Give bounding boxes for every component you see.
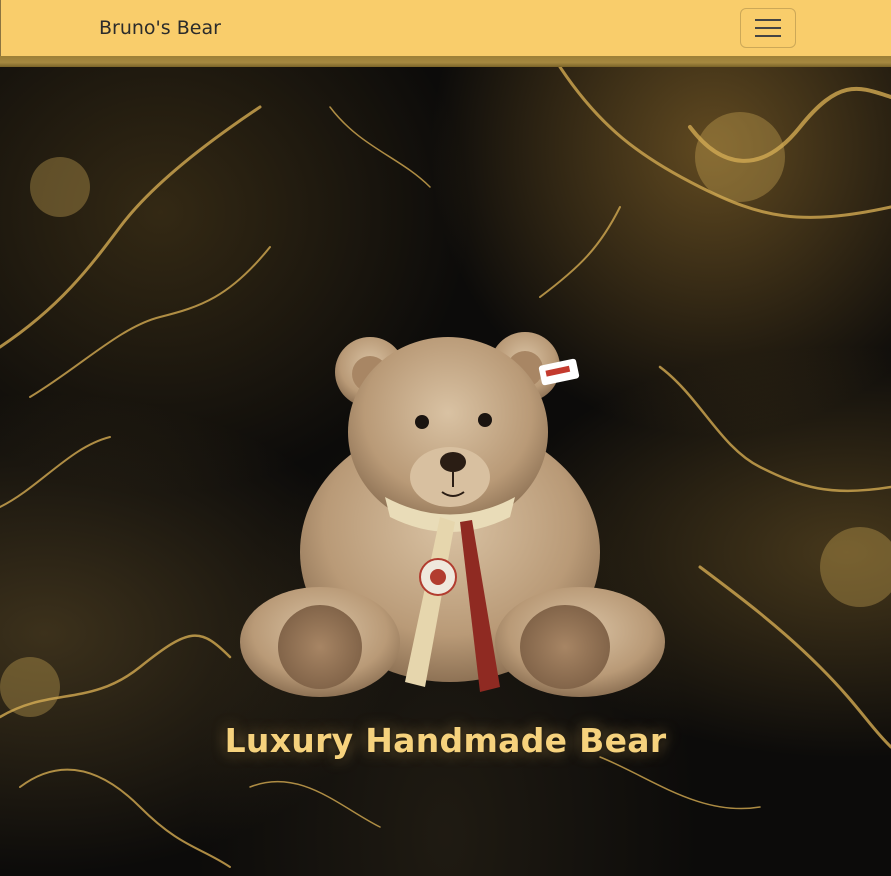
hamburger-menu-icon-bar (755, 35, 781, 37)
gold-divider (0, 56, 891, 67)
hamburger-menu-icon-bar (755, 19, 781, 21)
navbar-toggler-button[interactable] (740, 8, 796, 48)
navbar: Bruno's Bear (0, 0, 891, 56)
hero-title: Luxury Handmade Bear (224, 721, 667, 761)
teddy-bear-image (240, 332, 665, 697)
hero-section: Luxury Handmade Bear (0, 67, 891, 876)
brand-link[interactable]: Bruno's Bear (99, 17, 221, 39)
hamburger-menu-icon-bar (755, 27, 781, 29)
